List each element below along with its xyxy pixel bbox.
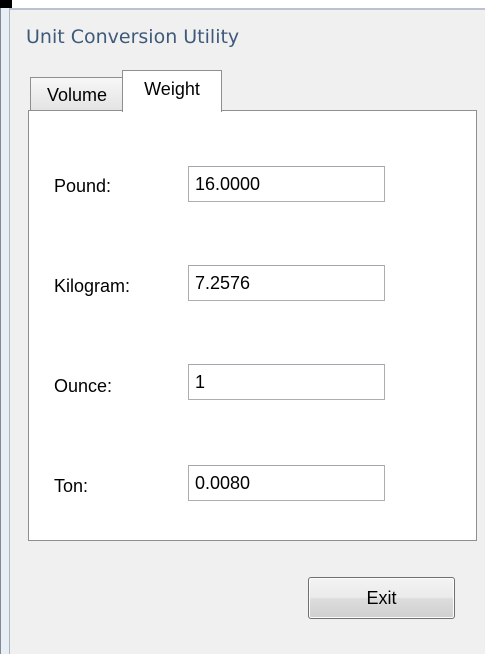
pound-input[interactable] (188, 166, 385, 202)
ounce-label: Ounce: (54, 376, 113, 396)
ounce-input[interactable] (188, 364, 385, 400)
app-window: Unit Conversion Utility Volume Weight Po… (0, 0, 485, 654)
kilogram-input[interactable] (188, 265, 385, 301)
exit-button[interactable]: Exit (308, 577, 455, 619)
tab-weight[interactable]: Weight (122, 70, 222, 112)
tab-volume[interactable]: Volume (30, 77, 124, 111)
window-frame-left-edge[interactable] (0, 8, 10, 654)
ton-input[interactable] (188, 465, 385, 501)
ton-label: Ton: (54, 476, 89, 496)
pound-label: Pound: (54, 176, 112, 196)
window-title: Unit Conversion Utility (26, 26, 240, 48)
kilogram-label: Kilogram: (54, 276, 131, 296)
